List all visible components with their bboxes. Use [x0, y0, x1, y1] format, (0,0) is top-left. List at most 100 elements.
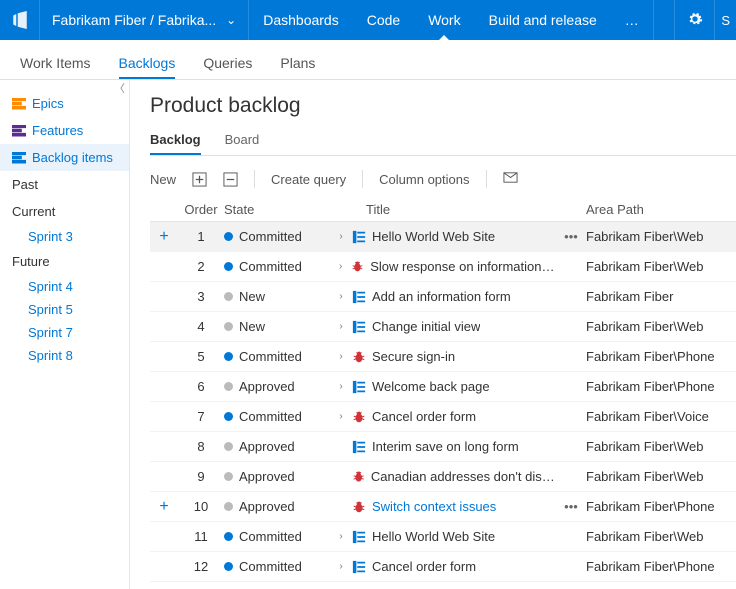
cell-order: 6	[178, 379, 224, 394]
row-context-menu[interactable]: •••	[556, 229, 586, 244]
nav-tab-build-and-release[interactable]: Build and release	[475, 0, 611, 40]
page-title: Product backlog	[150, 94, 736, 118]
expand-icon[interactable]: ›	[336, 411, 346, 422]
col-header-title[interactable]: Title	[336, 202, 556, 217]
backlog-row[interactable]: 2Committed›Slow response on information …	[150, 252, 736, 282]
backlog-row[interactable]: 5Committed›Secure sign-inFabrikam Fiber\…	[150, 342, 736, 372]
row-context-menu[interactable]: •••	[556, 499, 586, 514]
expand-icon[interactable]: ›	[336, 321, 346, 332]
cell-title[interactable]: › Cancel order form	[336, 559, 556, 574]
work-item-title[interactable]: Hello World Web Site	[372, 229, 495, 244]
backlog-row[interactable]: +1Committed›Hello World Web Site•••Fabri…	[150, 222, 736, 252]
create-query-button[interactable]: Create query	[271, 172, 346, 187]
bug-icon	[352, 410, 366, 424]
bug-icon	[351, 260, 364, 274]
ellipsis-icon: …	[625, 12, 639, 28]
backlog-row[interactable]: 8ApprovedInterim save on long formFabrik…	[150, 432, 736, 462]
hub-tab-plans[interactable]: Plans	[280, 55, 315, 79]
add-child-icon[interactable]: +	[150, 228, 178, 246]
settings-button[interactable]	[674, 0, 714, 40]
expand-icon[interactable]: ›	[336, 531, 346, 542]
pbi-icon	[352, 230, 366, 244]
sidebar-backlog-items[interactable]: Backlog items	[0, 144, 129, 171]
backlog-row[interactable]: 11Committed›Hello World Web SiteFabrikam…	[150, 522, 736, 552]
cell-title[interactable]: Canadian addresses don't display	[336, 469, 556, 484]
backlog-row[interactable]: 12Committed›Cancel order formFabrikam Fi…	[150, 552, 736, 582]
expand-icon[interactable]: ›	[336, 261, 345, 272]
view-tab-backlog[interactable]: Backlog	[150, 132, 201, 155]
cell-state: Approved	[224, 469, 336, 484]
add-child-button[interactable]	[192, 172, 207, 187]
col-header-order[interactable]: Order	[178, 202, 224, 217]
hub-tab-work-items[interactable]: Work Items	[20, 55, 91, 79]
col-header-state[interactable]: State	[224, 202, 336, 217]
expand-icon[interactable]: ›	[336, 381, 346, 392]
mail-icon	[503, 170, 518, 188]
backlog-row[interactable]: +10ApprovedSwitch context issues•••Fabri…	[150, 492, 736, 522]
cell-title[interactable]: › Hello World Web Site	[336, 229, 556, 244]
state-dot-icon	[224, 322, 233, 331]
cell-state: Committed	[224, 409, 336, 424]
backlog-row[interactable]: 3New›Add an information formFabrikam Fib…	[150, 282, 736, 312]
cell-title[interactable]: Switch context issues	[336, 499, 556, 514]
backlog-row[interactable]: 4New›Change initial viewFabrikam Fiber\W…	[150, 312, 736, 342]
col-header-area[interactable]: Area Path	[586, 202, 736, 217]
email-button[interactable]	[503, 170, 518, 188]
bug-icon	[352, 470, 365, 484]
work-item-title[interactable]: Cancel order form	[372, 409, 476, 424]
new-item-button[interactable]: New	[150, 172, 176, 187]
remove-button[interactable]	[223, 172, 238, 187]
right-panel-button[interactable]: S	[714, 0, 736, 40]
work-item-title[interactable]: Welcome back page	[372, 379, 490, 394]
backlog-row[interactable]: 9ApprovedCanadian addresses don't displa…	[150, 462, 736, 492]
cell-title[interactable]: › Hello World Web Site	[336, 529, 556, 544]
vsts-logo[interactable]	[0, 0, 40, 40]
sidebar-sprint[interactable]: Sprint 8	[0, 344, 129, 367]
collapse-sidebar-icon[interactable]: 〈	[114, 80, 125, 96]
cell-state: Approved	[224, 379, 336, 394]
view-tab-board[interactable]: Board	[225, 132, 260, 155]
right-text: S	[721, 13, 730, 28]
backlog-row[interactable]: 7Committed›Cancel order formFabrikam Fib…	[150, 402, 736, 432]
sidebar-backlog-features[interactable]: Features	[0, 117, 129, 144]
cell-title[interactable]: › Slow response on information form	[336, 259, 556, 274]
hub-tab-backlogs[interactable]: Backlogs	[119, 55, 176, 79]
work-item-title[interactable]: Slow response on information form	[370, 259, 556, 274]
sidebar-backlog-epics[interactable]: Epics	[0, 90, 129, 117]
cell-title[interactable]: › Add an information form	[336, 289, 556, 304]
sidebar-sprint[interactable]: Sprint 4	[0, 275, 129, 298]
cell-title[interactable]: › Cancel order form	[336, 409, 556, 424]
nav-tab-dashboards[interactable]: Dashboards	[249, 0, 353, 40]
sidebar-sprint[interactable]: Sprint 3	[0, 225, 129, 248]
work-item-title[interactable]: Switch context issues	[372, 499, 496, 514]
work-item-title[interactable]: Interim save on long form	[372, 439, 519, 454]
work-item-title[interactable]: Secure sign-in	[372, 349, 455, 364]
expand-icon[interactable]: ›	[336, 561, 346, 572]
cell-title[interactable]: › Secure sign-in	[336, 349, 556, 364]
expand-icon[interactable]: ›	[336, 231, 346, 242]
nav-tab-work[interactable]: Work	[414, 0, 474, 40]
cell-state: Approved	[224, 499, 336, 514]
work-item-title[interactable]: Canadian addresses don't display	[371, 469, 556, 484]
sidebar-sprint[interactable]: Sprint 7	[0, 321, 129, 344]
work-item-title[interactable]: Hello World Web Site	[372, 529, 495, 544]
work-item-title[interactable]: Cancel order form	[372, 559, 476, 574]
column-options-button[interactable]: Column options	[379, 172, 469, 187]
work-item-title[interactable]: Add an information form	[372, 289, 511, 304]
work-item-title[interactable]: Change initial view	[372, 319, 480, 334]
expand-icon[interactable]: ›	[336, 291, 346, 302]
backlog-row[interactable]: 6Approved›Welcome back pageFabrikam Fibe…	[150, 372, 736, 402]
cell-state: Committed	[224, 259, 336, 274]
cell-area-path: Fabrikam Fiber\Phone	[586, 349, 736, 364]
cell-area-path: Fabrikam Fiber\Voice	[586, 409, 736, 424]
add-child-icon[interactable]: +	[150, 498, 178, 516]
expand-icon[interactable]: ›	[336, 351, 346, 362]
cell-title[interactable]: › Welcome back page	[336, 379, 556, 394]
hub-tab-queries[interactable]: Queries	[203, 55, 252, 79]
nav-overflow[interactable]: …	[611, 0, 654, 40]
project-breadcrumb[interactable]: Fabrikam Fiber / Fabrika... ⌄	[40, 0, 249, 40]
cell-title[interactable]: › Change initial view	[336, 319, 556, 334]
nav-tab-code[interactable]: Code	[353, 0, 414, 40]
sidebar-sprint[interactable]: Sprint 5	[0, 298, 129, 321]
cell-title[interactable]: Interim save on long form	[336, 439, 556, 454]
